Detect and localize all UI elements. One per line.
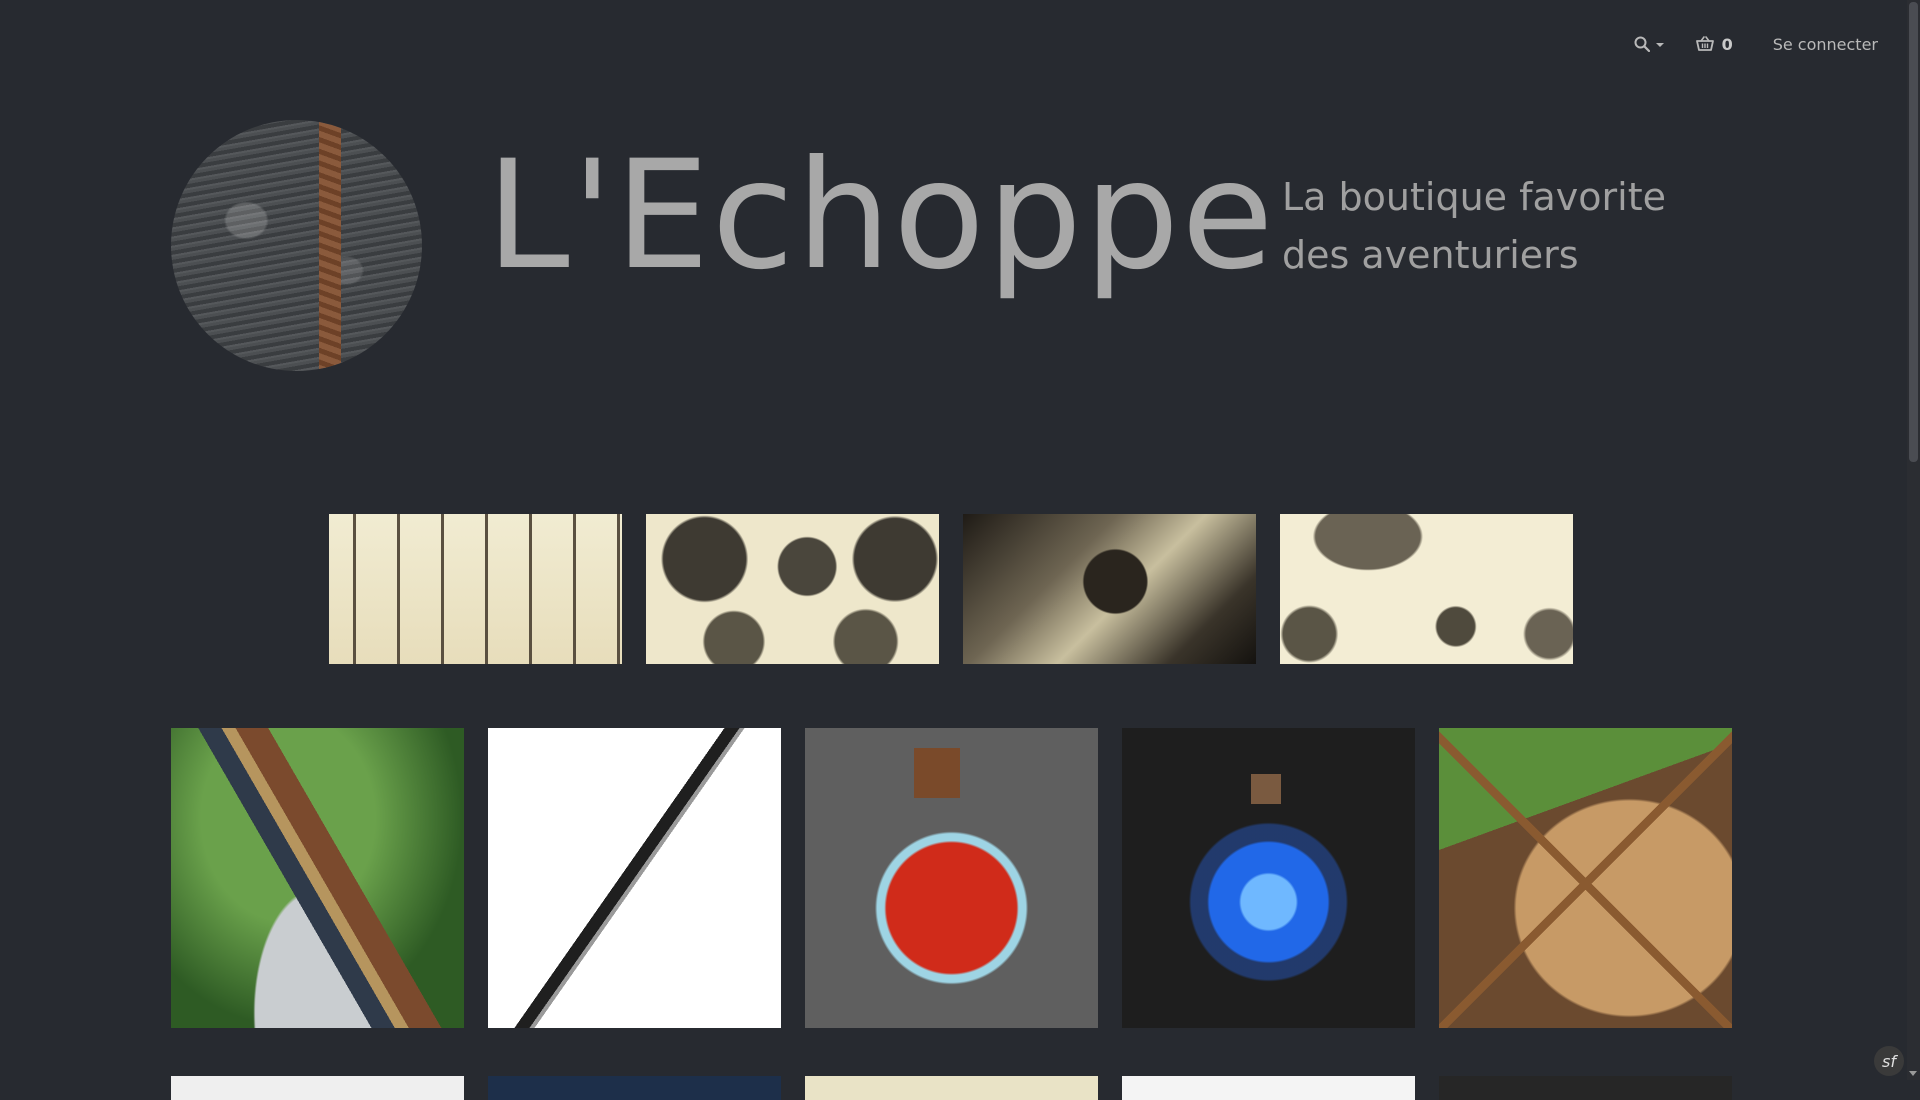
cart-count-badge: 0 [1721,34,1733,54]
product-card-sword[interactable] [171,728,464,1028]
category-scrolls[interactable] [963,514,1256,664]
basket-icon [1695,36,1714,51]
site-logo[interactable] [171,120,422,371]
product-grid [171,728,1732,1100]
category-weapons[interactable] [329,514,622,664]
category-accessories[interactable] [1280,514,1573,664]
scroll-down-arrow-icon[interactable] [1909,1071,1917,1076]
product-card-red-potion[interactable] [805,728,1098,1028]
top-navigation: 0 Se connecter [1634,30,1878,58]
product-card-biscuits[interactable] [1439,728,1732,1028]
login-link[interactable]: Se connecter [1773,35,1878,54]
vertical-scrollbar[interactable] [1907,0,1920,1080]
category-armor[interactable] [646,514,939,664]
site-tagline: La boutique favorite des aventuriers [1282,175,1666,277]
search-icon [1634,36,1650,52]
cart-button[interactable]: 0 [1695,34,1733,54]
product-card-katana[interactable] [488,728,781,1028]
logo-staff-image [319,120,341,371]
symfony-icon[interactable]: sf [1874,1046,1904,1076]
site-title: L'Echoppe [486,129,1276,303]
chevron-down-icon [1655,43,1664,47]
category-strip [329,514,1573,664]
search-dropdown-toggle[interactable] [1634,36,1664,52]
product-card-blue-potion[interactable] [1122,728,1415,1028]
scrollbar-thumb[interactable] [1909,2,1918,462]
